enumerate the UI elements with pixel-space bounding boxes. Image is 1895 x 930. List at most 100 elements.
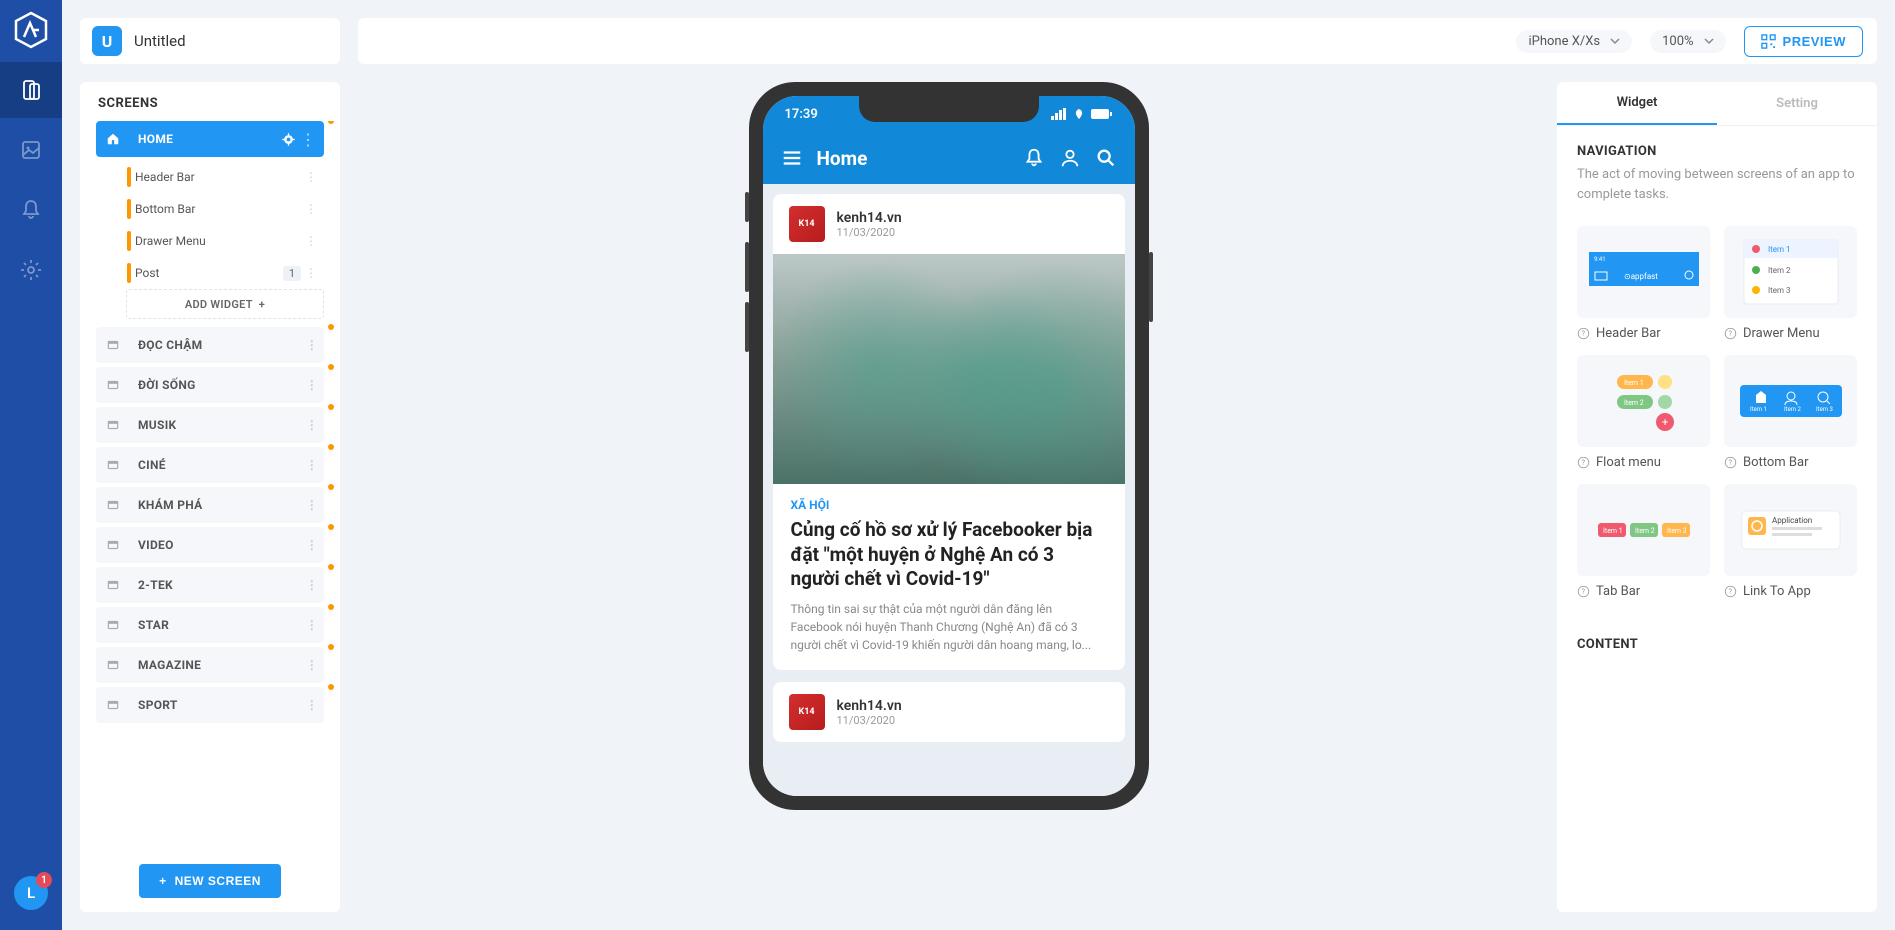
project-title[interactable]: Untitled <box>134 32 186 50</box>
screen-item[interactable]: MUSIK⋮ <box>96 407 324 443</box>
child-header-bar[interactable]: Header Bar⋮ <box>96 161 324 193</box>
topbar: U Untitled iPhone X/Xs 100% PREVIEW <box>80 18 1877 64</box>
more-icon[interactable]: ⋮ <box>300 130 316 149</box>
more-icon[interactable]: ⋮ <box>306 658 318 672</box>
widget-header-bar[interactable]: 9:41⊙appfast ?Header Bar <box>1577 226 1710 341</box>
child-drawer-menu[interactable]: Drawer Menu⋮ <box>96 225 324 257</box>
new-screen-button[interactable]: + NEW SCREEN <box>139 864 281 898</box>
header-title: Home <box>817 147 1009 170</box>
rail-notification[interactable] <box>0 182 62 238</box>
more-icon[interactable]: ⋮ <box>306 458 318 472</box>
svg-text:Item 1: Item 1 <box>1624 379 1644 387</box>
screen-item[interactable]: 2-TEK⋮ <box>96 567 324 603</box>
post-card[interactable]: K14 kenh14.vn 11/03/2020 <box>773 682 1125 742</box>
bell-icon[interactable] <box>1023 147 1045 169</box>
svg-text:Application: Application <box>1772 516 1812 525</box>
avatar[interactable]: L 1 <box>14 876 48 910</box>
page-icon <box>106 378 120 392</box>
rail-profile[interactable]: L 1 <box>14 876 48 910</box>
post-category: XÃ HỘI <box>791 498 1107 512</box>
wifi-icon <box>1071 108 1087 120</box>
help-icon: ? <box>1724 585 1737 598</box>
home-label: HOME <box>138 132 324 146</box>
page-icon <box>106 578 120 592</box>
post-head: K14 kenh14.vn 11/03/2020 <box>773 682 1125 742</box>
svg-text:Item 1: Item 1 <box>1603 527 1623 535</box>
more-icon[interactable]: ⋮ <box>306 378 318 392</box>
post-card[interactable]: K14 kenh14.vn 11/03/2020 XÃ HỘI Củn <box>773 194 1125 670</box>
widget-link-to-app[interactable]: Application ?Link To App <box>1724 484 1857 599</box>
svg-text:9:41: 9:41 <box>1594 256 1606 263</box>
widget-drawer-menu[interactable]: Item 1Item 2Item 3 ?Drawer Menu <box>1724 226 1857 341</box>
right-panel: Widget Setting NAVIGATION The act of mov… <box>1557 82 1877 912</box>
more-icon[interactable]: ⋮ <box>306 698 318 712</box>
more-icon[interactable]: ⋮ <box>306 418 318 432</box>
zoom-dropdown[interactable]: 100% <box>1650 30 1725 53</box>
page-icon <box>106 338 120 352</box>
canvas: 17:39 Home <box>358 82 1539 912</box>
section-desc: The act of moving between screens of an … <box>1577 165 1857 204</box>
widget-float-menu[interactable]: Item 1Item 2+ ?Float menu <box>1577 355 1710 470</box>
preview-label: PREVIEW <box>1783 34 1846 49</box>
screen-item[interactable]: ĐỜI SỐNG⋮ <box>96 367 324 403</box>
search-icon[interactable] <box>1095 147 1117 169</box>
child-bottom-bar[interactable]: Bottom Bar⋮ <box>96 193 324 225</box>
more-icon[interactable]: ⋮ <box>306 578 318 592</box>
avatar-letter: L <box>27 884 35 902</box>
more-icon[interactable]: ⋮ <box>306 538 318 552</box>
screen-home[interactable]: HOME ⋮ <box>96 121 324 157</box>
more-icon[interactable]: ⋮ <box>306 338 318 352</box>
svg-text:⊙appfast: ⊙appfast <box>1624 272 1658 281</box>
more-icon[interactable]: ⋮ <box>305 202 317 216</box>
battery-icon <box>1091 108 1113 120</box>
screen-item[interactable]: SPORT⋮ <box>96 687 324 723</box>
screen-item[interactable]: STAR⋮ <box>96 607 324 643</box>
status-icons <box>1051 108 1113 120</box>
screen-item[interactable]: ĐỌC CHẬM⋮ <box>96 327 324 363</box>
project-icon: U <box>92 26 122 56</box>
page-icon <box>106 538 120 552</box>
more-icon[interactable]: ⋮ <box>306 618 318 632</box>
chevron-down-icon <box>1704 36 1714 46</box>
widget-bottom-bar[interactable]: Item 1Item 2Item 3 ?Bottom Bar <box>1724 355 1857 470</box>
home-icon <box>106 132 120 146</box>
rail-assets[interactable] <box>0 122 62 178</box>
gear-icon[interactable] <box>281 132 296 147</box>
user-icon[interactable] <box>1059 147 1081 169</box>
menu-icon[interactable] <box>781 147 803 169</box>
rail-settings[interactable] <box>0 242 62 298</box>
preview-button[interactable]: PREVIEW <box>1744 26 1863 57</box>
section-content: CONTENT <box>1557 619 1877 664</box>
main-area: U Untitled iPhone X/Xs 100% PREVIEW <box>62 0 1895 930</box>
device-dropdown[interactable]: iPhone X/Xs <box>1516 30 1632 53</box>
post-head: K14 kenh14.vn 11/03/2020 <box>773 194 1125 254</box>
notification-badge: 1 <box>36 872 52 888</box>
tab-setting[interactable]: Setting <box>1717 82 1877 125</box>
device-label: iPhone X/Xs <box>1528 34 1600 49</box>
post-date: 11/03/2020 <box>837 226 902 239</box>
page-icon <box>106 618 120 632</box>
page-icon <box>106 418 120 432</box>
screen-item[interactable]: MAGAZINE⋮ <box>96 647 324 683</box>
widget-tab-bar[interactable]: Item 1Item 2Item 3 ?Tab Bar <box>1577 484 1710 599</box>
screen-item[interactable]: VIDEO⋮ <box>96 527 324 563</box>
help-icon: ? <box>1577 585 1590 598</box>
more-icon[interactable]: ⋮ <box>306 498 318 512</box>
child-post[interactable]: Post1⋮ <box>96 257 324 289</box>
app-body[interactable]: K14 kenh14.vn 11/03/2020 XÃ HỘI Củn <box>763 184 1135 796</box>
post-avatar: K14 <box>789 206 825 242</box>
section-navigation: NAVIGATION The act of moving between scr… <box>1557 126 1877 226</box>
add-widget-button[interactable]: ADD WIDGET+ <box>126 289 324 319</box>
more-icon[interactable]: ⋮ <box>305 170 317 184</box>
post-desc: Thông tin sai sự thật của một người dân … <box>791 600 1107 654</box>
more-icon[interactable]: ⋮ <box>305 266 317 280</box>
page-icon <box>106 698 120 712</box>
screen-item[interactable]: KHÁM PHÁ⋮ <box>96 487 324 523</box>
svg-text:?: ? <box>1581 587 1585 596</box>
svg-text:Item 2: Item 2 <box>1784 406 1802 413</box>
more-icon[interactable]: ⋮ <box>305 234 317 248</box>
rail-screens[interactable] <box>0 62 62 118</box>
tab-widget[interactable]: Widget <box>1557 82 1717 125</box>
screen-item[interactable]: CINÉ⋮ <box>96 447 324 483</box>
svg-text:?: ? <box>1581 458 1585 467</box>
